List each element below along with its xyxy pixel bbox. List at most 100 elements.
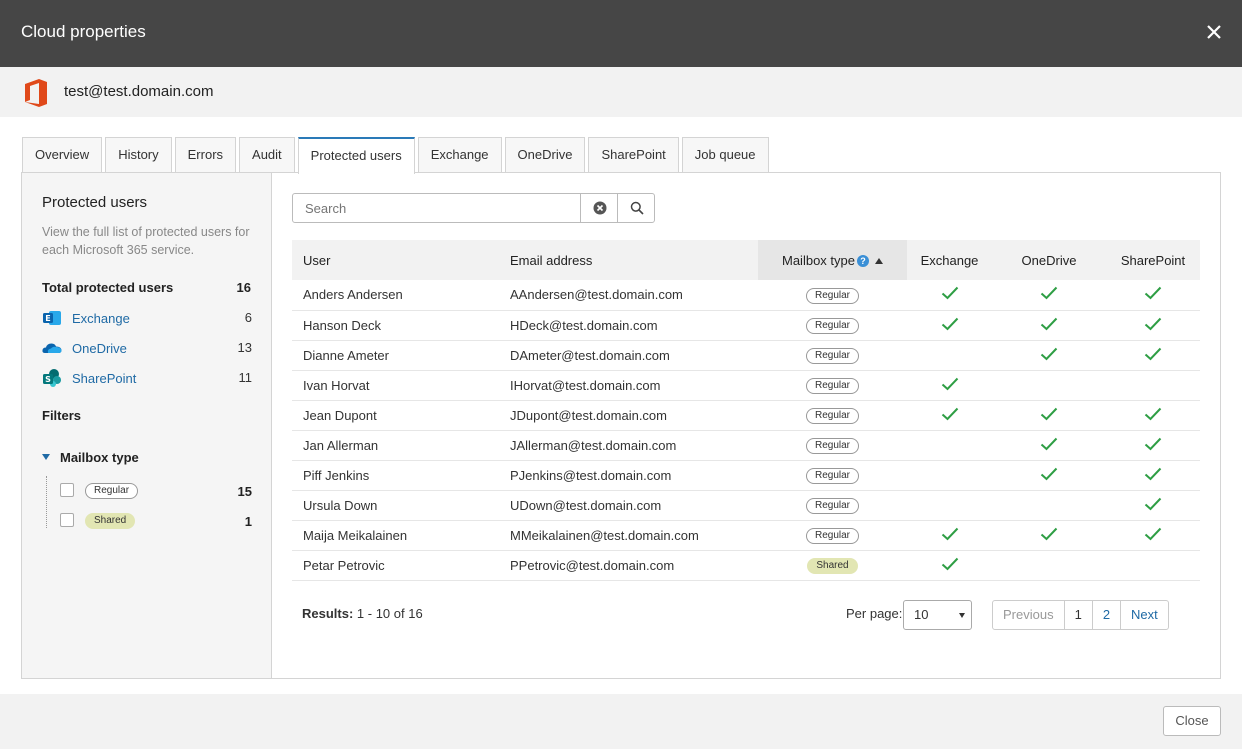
results-range: 1 - 10 of 16 [356,606,423,621]
exchange-icon: E [43,311,61,325]
per-page-value: 10 [914,607,929,622]
table-row[interactable]: Petar Petrovic PPetrovic@test.domain.com S… [292,550,1200,581]
clear-circle-icon [593,201,607,215]
checkmark-icon [1040,437,1058,450]
service-row-exchange: E Exchange 6 [42,308,252,328]
checkmark-icon [941,317,958,330]
cell-mailbox-type: Regular [758,460,907,491]
filter-option-regular: Regular 15 [60,482,252,500]
cell-email: IHorvat@test.domain.com [499,370,758,401]
table-row[interactable]: Jean Dupont JDupont@test.domain.com Regula… [292,400,1200,431]
service-link-onedrive[interactable]: OneDrive [72,341,127,356]
cell-user: Petar Petrovic [292,550,499,581]
cell-exchange [907,430,992,461]
cell-exchange [907,490,992,521]
page-button-1[interactable]: 1 [1063,601,1092,629]
cell-exchange [907,310,992,341]
table-row[interactable]: Hanson Deck HDeck@test.domain.com Regular [292,310,1200,341]
clear-search-button[interactable] [580,193,618,223]
cell-onedrive [992,370,1106,401]
cell-onedrive [992,520,1106,551]
column-header-mailbox-type[interactable]: Mailbox type? [758,240,907,280]
svg-text:E: E [45,314,50,323]
checkmark-icon [1144,527,1162,540]
page-button-2[interactable]: 2 [1091,601,1120,629]
tab-onedrive[interactable]: OneDrive [504,137,586,173]
tab-bar: Overview History Errors Audit Protected user… [22,137,772,174]
tab-history[interactable]: History [105,137,172,173]
cell-exchange [907,400,992,431]
chevron-down-icon [959,613,965,618]
column-header-email[interactable]: Email address [499,240,758,280]
checkmark-icon [1144,437,1162,450]
tab-exchange[interactable]: Exchange [417,137,502,173]
service-link-exchange[interactable]: Exchange [72,311,130,326]
close-icon[interactable] [1204,22,1224,42]
cell-onedrive [992,550,1106,581]
filter-group-mailbox-type[interactable]: Mailbox type [42,450,139,465]
mailbox-badge-shared: Shared [85,513,136,529]
cell-onedrive [992,460,1106,491]
close-button[interactable]: Close [1163,706,1221,736]
next-page-button[interactable]: Next [1120,601,1168,629]
table-row[interactable]: Jan Allerman JAllerman@test.domain.com Reg… [292,430,1200,461]
table-row[interactable]: Maija Meikalainen MMeikalainen@test.domai… [292,520,1200,551]
previous-page-button[interactable]: Previous [993,601,1064,629]
filter-checkbox-shared[interactable] [60,513,74,527]
cell-mailbox-type: Regular [758,310,907,341]
office-365-icon [25,79,47,107]
tab-protected-users[interactable]: Protected users [297,137,415,174]
mailbox-badge: Regular [805,498,860,514]
cell-email: DAmeter@test.domain.com [499,340,758,371]
cell-mailbox-type: Regular [758,430,907,461]
service-count-sharepoint: 11 [238,370,253,385]
pagination: Previous 1 2 Next [992,600,1169,630]
tab-overview[interactable]: Overview [22,137,103,173]
tab-audit[interactable]: Audit [239,137,295,173]
column-header-user[interactable]: User [292,240,499,280]
cell-onedrive [992,280,1106,311]
table-row[interactable]: Anders Andersen AAndersen@test.domain.com… [292,280,1200,311]
cell-email: MMeikalainen@test.domain.com [499,520,758,551]
table-row[interactable]: Dianne Ameter DAmeter@test.domain.com Regu… [292,340,1200,371]
filter-tree-line [46,476,47,528]
checkmark-icon [941,557,958,570]
column-header-exchange[interactable]: Exchange [907,240,992,280]
column-header-onedrive[interactable]: OneDrive [992,240,1106,280]
cell-email: PPetrovic@test.domain.com [499,550,758,581]
cell-sharepoint [1106,400,1200,431]
sidebar-description: View the full list of protected users fo… [42,225,250,257]
filters-heading: Filters [42,408,82,423]
column-header-sharepoint[interactable]: SharePoint [1106,240,1200,280]
per-page-label: Per page: [846,606,903,621]
table-row[interactable]: Ursula Down UDown@test.domain.com Regular [292,490,1200,521]
dialog-title: Cloud properties [21,22,146,41]
cell-email: AAndersen@test.domain.com [499,280,758,311]
cell-onedrive [992,490,1106,521]
sidebar: Protected users View the full list of pr… [22,173,272,678]
protected-users-table: User Email address Mailbox type? Exchang… [292,240,1200,581]
checkmark-icon [1144,347,1162,360]
checkmark-icon [941,407,958,420]
table-row[interactable]: Ivan Horvat IHorvat@test.domain.com Regula… [292,370,1200,401]
cell-onedrive [992,400,1106,431]
per-page-select[interactable]: 10 [903,600,972,630]
filter-count-regular: 15 [237,484,252,499]
service-link-sharepoint[interactable]: SharePoint [72,371,136,386]
checkmark-icon [1040,317,1058,330]
cell-onedrive [992,430,1106,461]
search-input[interactable] [292,193,581,223]
cell-user: Anders Andersen [292,280,499,311]
table-row[interactable]: Piff Jenkins PJenkins@test.domain.com Regu… [292,460,1200,491]
search-button[interactable] [617,193,655,223]
main-area: User Email address Mailbox type? Exchang… [272,173,1220,678]
help-icon[interactable]: ? [856,254,869,267]
filter-checkbox-regular[interactable] [60,483,74,497]
tab-sharepoint[interactable]: SharePoint [588,137,679,173]
cell-email: HDeck@test.domain.com [499,310,758,341]
tab-job-queue[interactable]: Job queue [681,137,769,173]
cell-mailbox-type: Regular [758,340,907,371]
tab-errors[interactable]: Errors [174,137,237,173]
mailbox-badge: Regular [805,318,860,334]
table-header-row: User Email address Mailbox type? Exchang… [292,240,1200,280]
